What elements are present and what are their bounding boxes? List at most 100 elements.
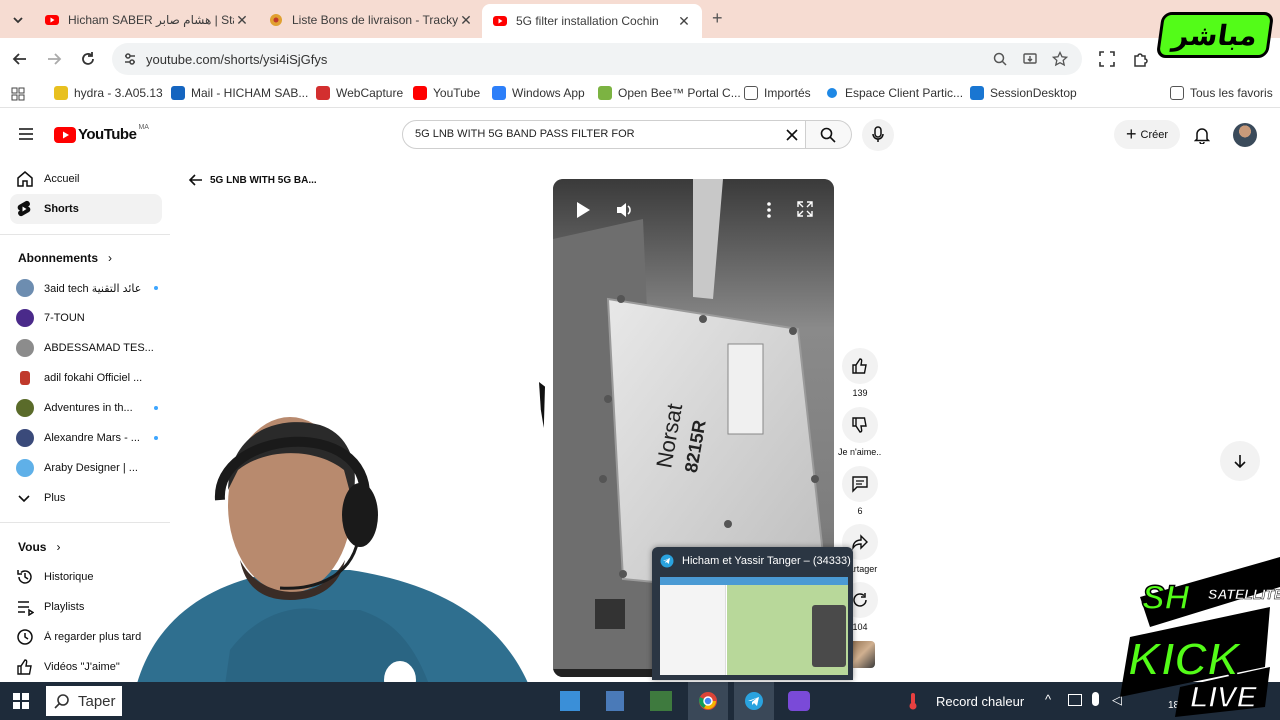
bookmark-webcapture[interactable]: WebCapture (316, 86, 403, 100)
hydra-bookmark-icon (54, 86, 68, 100)
menu-icon[interactable] (18, 127, 34, 141)
sidebar-sub-2[interactable]: ABDESSAMAD TES... (10, 333, 162, 363)
telegram-icon (745, 692, 763, 710)
tray-network-icon[interactable] (1068, 694, 1082, 706)
comments-button[interactable]: 6 (842, 466, 878, 516)
more-options-icon[interactable] (765, 201, 773, 219)
shorts-back-button[interactable]: 5G LNB WITH 5G BA... (188, 172, 317, 188)
volume-icon[interactable] (615, 201, 633, 219)
sidebar-item-shorts[interactable]: Shorts (10, 194, 162, 224)
taskbar-app-store[interactable] (650, 691, 672, 711)
telegram-preview-thumbnail[interactable] (660, 577, 848, 675)
bookmark-youtube[interactable]: YouTube (413, 86, 480, 100)
share-icon (852, 534, 868, 551)
search-input[interactable]: 5G LNB WITH 5G BAND PASS FILTER FOR (402, 120, 806, 149)
bookmark-hydra[interactable]: hydra - 3.A05.13 (54, 86, 163, 100)
tray-microphone-icon[interactable] (1092, 692, 1099, 706)
sidebar-sub-1[interactable]: 7-TOUN (10, 303, 162, 333)
forward-button[interactable] (44, 49, 64, 69)
channel-avatar (20, 371, 30, 385)
reload-button[interactable] (78, 49, 98, 69)
install-app-icon[interactable] (1022, 51, 1038, 67)
telegram-preview-popup[interactable]: Hicham et Yassir Tanger – (34333) (652, 547, 853, 680)
account-avatar[interactable] (1233, 123, 1257, 147)
play-icon[interactable] (575, 201, 591, 219)
channel-avatar (16, 309, 34, 327)
screenshot-icon[interactable] (1098, 50, 1116, 68)
arrow-down-icon (1234, 455, 1246, 469)
you-section-title[interactable]: Vous › (18, 540, 60, 554)
svg-text:KICK: KICK (1128, 633, 1243, 685)
youtube-favicon-icon (44, 12, 60, 28)
thumbs-up-icon (852, 358, 867, 374)
youtube-logo[interactable]: YouTube MA (54, 124, 149, 143)
bookmark-mail[interactable]: Mail - HICHAM SAB... (171, 86, 308, 100)
taskbar-app-telegram[interactable] (734, 682, 774, 720)
site-settings-icon[interactable] (122, 51, 138, 67)
bookmark-star-icon[interactable] (1052, 51, 1068, 67)
tab-close-icon[interactable]: ✕ (676, 13, 692, 30)
new-tab-button[interactable]: + (712, 8, 723, 29)
chevron-right-icon: › (56, 540, 61, 554)
notifications-bell-icon[interactable] (1194, 126, 1210, 144)
sidebar-sub-3[interactable]: adil fokahi Officiel ... (10, 363, 162, 393)
history-icon (17, 570, 32, 584)
create-button[interactable]: + Créer (1114, 120, 1180, 149)
taskbar-search-input[interactable]: Taper (46, 686, 122, 716)
dislike-button[interactable]: Je n'aime... (838, 407, 882, 457)
open-bee-bookmark-icon (598, 86, 612, 100)
windows-start-icon[interactable] (13, 693, 29, 709)
next-video-button[interactable] (1220, 441, 1260, 481)
back-button[interactable] (10, 49, 30, 69)
youtube-bookmark-icon (413, 86, 427, 100)
microphone-icon (872, 126, 884, 142)
bookmark-open-bee[interactable]: Open Bee™ Portal C... (598, 86, 741, 100)
taskbar-app-other[interactable] (788, 691, 810, 711)
thumbs-down-icon (852, 417, 867, 433)
subscriptions-title[interactable]: Abonnements › (18, 251, 112, 265)
tab-5g-filter[interactable]: 5G filter installation Cochin ✕ (482, 4, 702, 38)
live-arabic-badge: مباشر (1155, 12, 1275, 58)
extensions-icon[interactable] (1132, 50, 1150, 68)
youtube-logo-icon (54, 126, 76, 143)
taskbar-app-chrome[interactable] (688, 682, 728, 720)
tracky-favicon-icon (268, 12, 284, 28)
url-text: youtube.com/shorts/ysi4iSjGfys (146, 52, 328, 67)
chevron-down-icon (13, 17, 23, 24)
bookmark-sessiondesktop[interactable]: SessionDesktop (970, 86, 1077, 100)
clear-search-icon[interactable] (785, 128, 799, 142)
tab-bons-livraison[interactable]: Liste Bons de livraison - Tracky ✕ (268, 6, 474, 34)
fullscreen-icon[interactable] (797, 201, 813, 217)
reload-icon (82, 52, 94, 65)
windows-taskbar: Taper Record chaleur ^ ◁ 18 (0, 682, 1280, 720)
tab-close-icon[interactable]: ✕ (234, 12, 250, 29)
sidebar-divider (0, 234, 170, 235)
tab-close-icon[interactable]: ✕ (458, 12, 474, 29)
zoom-icon[interactable] (992, 51, 1008, 67)
apps-grid-icon[interactable] (11, 87, 25, 101)
tab-hicham-saber[interactable]: Hicham SABER هشام صابر | Star ✕ (44, 6, 250, 34)
taskbar-app-explorer[interactable] (560, 691, 580, 711)
voice-search-button[interactable] (862, 119, 894, 151)
comment-icon (852, 476, 868, 493)
remix-icon (853, 593, 867, 607)
all-favorites[interactable]: Tous les favoris (1170, 86, 1273, 100)
bookmark-importes[interactable]: Importés (744, 86, 811, 100)
bookmark-windows-app[interactable]: Windows App (492, 86, 585, 100)
telegram-icon (660, 554, 674, 568)
watch-later-icon (17, 629, 33, 645)
chrome-icon (699, 692, 717, 710)
sidebar-item-home[interactable]: Accueil (10, 164, 162, 194)
search-button[interactable] (806, 120, 852, 149)
tray-chevron-icon[interactable]: ^ (1045, 692, 1051, 707)
search-icon (820, 127, 836, 143)
address-bar[interactable]: youtube.com/shorts/ysi4iSjGfys (112, 43, 1082, 75)
taskbar-app-calculator[interactable] (606, 691, 624, 711)
sidebar-sub-0[interactable]: 3aid tech عائد التقنية (10, 273, 162, 303)
playlists-icon (18, 601, 34, 616)
webcam-person-image (130, 417, 540, 720)
like-button[interactable]: 139 (842, 348, 878, 398)
bookmark-espace-client[interactable]: Espace Client Partic... (827, 86, 963, 100)
taskbar-weather[interactable]: Record chaleur (908, 692, 1024, 710)
tab-search-button[interactable] (8, 10, 28, 30)
